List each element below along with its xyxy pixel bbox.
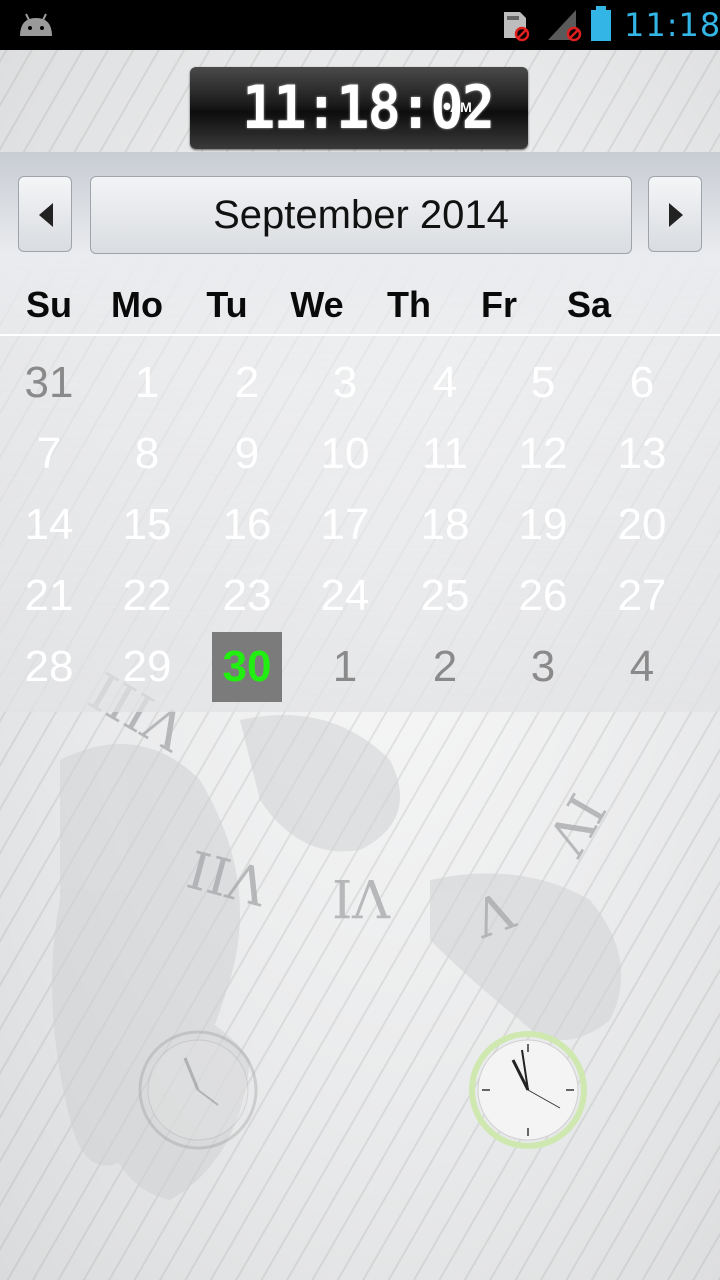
day-cell[interactable]: 1 — [296, 632, 394, 702]
weekday-label: Su — [25, 284, 72, 325]
day-cell[interactable]: 15 — [98, 490, 196, 560]
day-cell[interactable]: 3 — [296, 348, 394, 418]
day-cell[interactable]: 5 — [494, 348, 592, 418]
status-time: 11:18 — [624, 6, 720, 44]
month-title[interactable]: September 2014 — [90, 176, 632, 254]
day-cell[interactable]: 13 — [593, 419, 691, 489]
day-cell[interactable]: 25 — [396, 561, 494, 631]
divider — [0, 334, 720, 336]
day-cell[interactable]: 7 — [0, 419, 98, 489]
weekday-label: Tu — [206, 284, 248, 325]
weekday-label: We — [290, 284, 344, 325]
analog-clock-icon — [469, 1031, 587, 1149]
day-cell[interactable]: 27 — [593, 561, 691, 631]
next-month-button[interactable] — [648, 176, 702, 252]
day-cell[interactable]: 17 — [296, 490, 394, 560]
day-cell[interactable]: 4 — [593, 632, 691, 702]
prev-month-button[interactable] — [18, 176, 72, 252]
day-cell[interactable]: 12 — [494, 419, 592, 489]
day-cell[interactable]: 2 — [396, 632, 494, 702]
android-icon — [20, 13, 52, 36]
chevron-left-icon — [39, 203, 53, 227]
day-cell[interactable]: 14 — [0, 490, 98, 560]
day-cell[interactable]: 2 — [198, 348, 296, 418]
day-cell[interactable]: 1 — [98, 348, 196, 418]
day-cell[interactable]: 22 — [98, 561, 196, 631]
roman-numeral-4: IV — [534, 784, 616, 866]
day-cell[interactable]: 8 — [98, 419, 196, 489]
day-grid: 31 1 2 3 4 5 6 7 8 9 10 11 12 13 14 15 16 17 18 19 20 21 22 23 2… — [0, 348, 720, 702]
battery-icon — [591, 6, 611, 41]
day-cell[interactable]: 20 — [593, 490, 691, 560]
day-cell[interactable]: 6 — [593, 348, 691, 418]
digital-clock[interactable]: 11:18:02 AM — [190, 67, 528, 149]
day-cell[interactable]: 16 — [198, 490, 296, 560]
sd-card-blocked-icon — [504, 12, 530, 42]
weekday-header: Su Mo Tu We Th Fr Sa — [0, 284, 720, 334]
day-cell[interactable]: 18 — [396, 490, 494, 560]
weekday-label: Th — [387, 284, 431, 325]
weekday-label: Mo — [111, 284, 163, 325]
faint-clock-icon — [138, 1030, 258, 1150]
day-cell[interactable]: 3 — [494, 632, 592, 702]
day-cell[interactable]: 23 — [198, 561, 296, 631]
day-cell[interactable]: 31 — [0, 348, 98, 418]
signal-blocked-icon — [548, 10, 582, 42]
day-cell[interactable]: 9 — [198, 419, 296, 489]
status-bar: 11:18 — [0, 0, 720, 50]
day-cell[interactable]: 4 — [396, 348, 494, 418]
calendar-widget: September 2014 Su Mo Tu We Th Fr Sa 31 1 2… — [0, 152, 720, 712]
day-cell[interactable]: 29 — [98, 632, 196, 702]
day-cell[interactable]: 19 — [494, 490, 592, 560]
day-cell[interactable]: 10 — [296, 419, 394, 489]
day-cell[interactable]: 28 — [0, 632, 98, 702]
day-cell[interactable]: 21 — [0, 561, 98, 631]
weekday-label: Sa — [566, 284, 612, 325]
clock-ampm: AM — [450, 99, 472, 115]
day-cell[interactable]: 24 — [296, 561, 394, 631]
chevron-right-icon — [669, 203, 683, 227]
roman-numeral-6: VI — [332, 867, 391, 927]
day-cell[interactable]: 11 — [396, 419, 494, 489]
weekday-label: Fr — [481, 284, 517, 325]
day-cell[interactable]: 26 — [494, 561, 592, 631]
day-cell-today[interactable]: 30 — [212, 632, 282, 702]
